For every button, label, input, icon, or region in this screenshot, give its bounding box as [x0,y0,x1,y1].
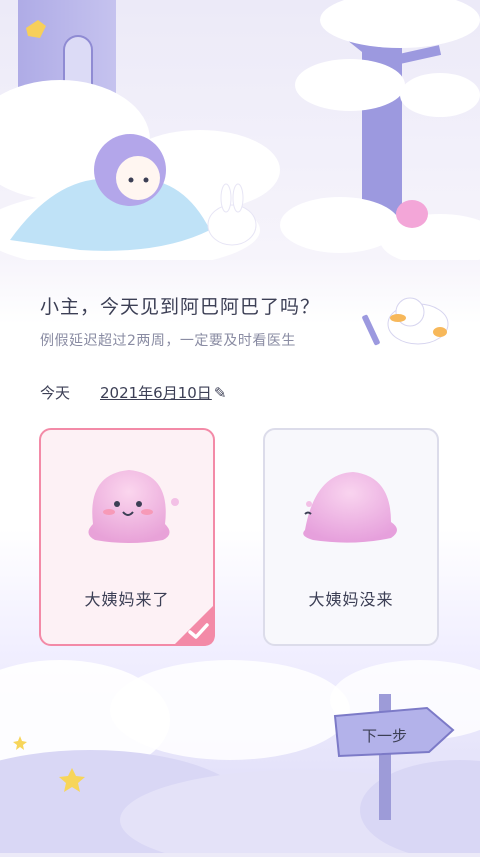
next-step-label: 下一步 [362,727,408,745]
option-period-came[interactable]: 大姨妈来了 [39,428,215,646]
duck-illustration [360,290,456,354]
pencil-icon: ✎ [213,384,227,402]
date-value: 2021年6月10日 [100,384,212,402]
jelly-happy-icon [88,470,179,543]
date-picker[interactable]: 2021年6月10日 ✎ [100,382,226,403]
page-title: 小主，今天见到阿巴阿巴了吗？ [40,296,321,318]
signpost-icon [333,694,455,820]
next-step-button[interactable] [333,690,457,820]
jelly-melted-icon [303,472,397,543]
option-period-not-came[interactable]: 大姨妈没来 [263,428,439,646]
option-label: 大姨妈没来 [308,590,394,609]
page-subtitle: 例假延迟超过2两周，一定要及时看医生 [40,333,296,349]
header-illustration [0,0,480,270]
duck-art [362,297,449,346]
scene-art [0,0,480,270]
date-label: 今天 [40,384,71,402]
